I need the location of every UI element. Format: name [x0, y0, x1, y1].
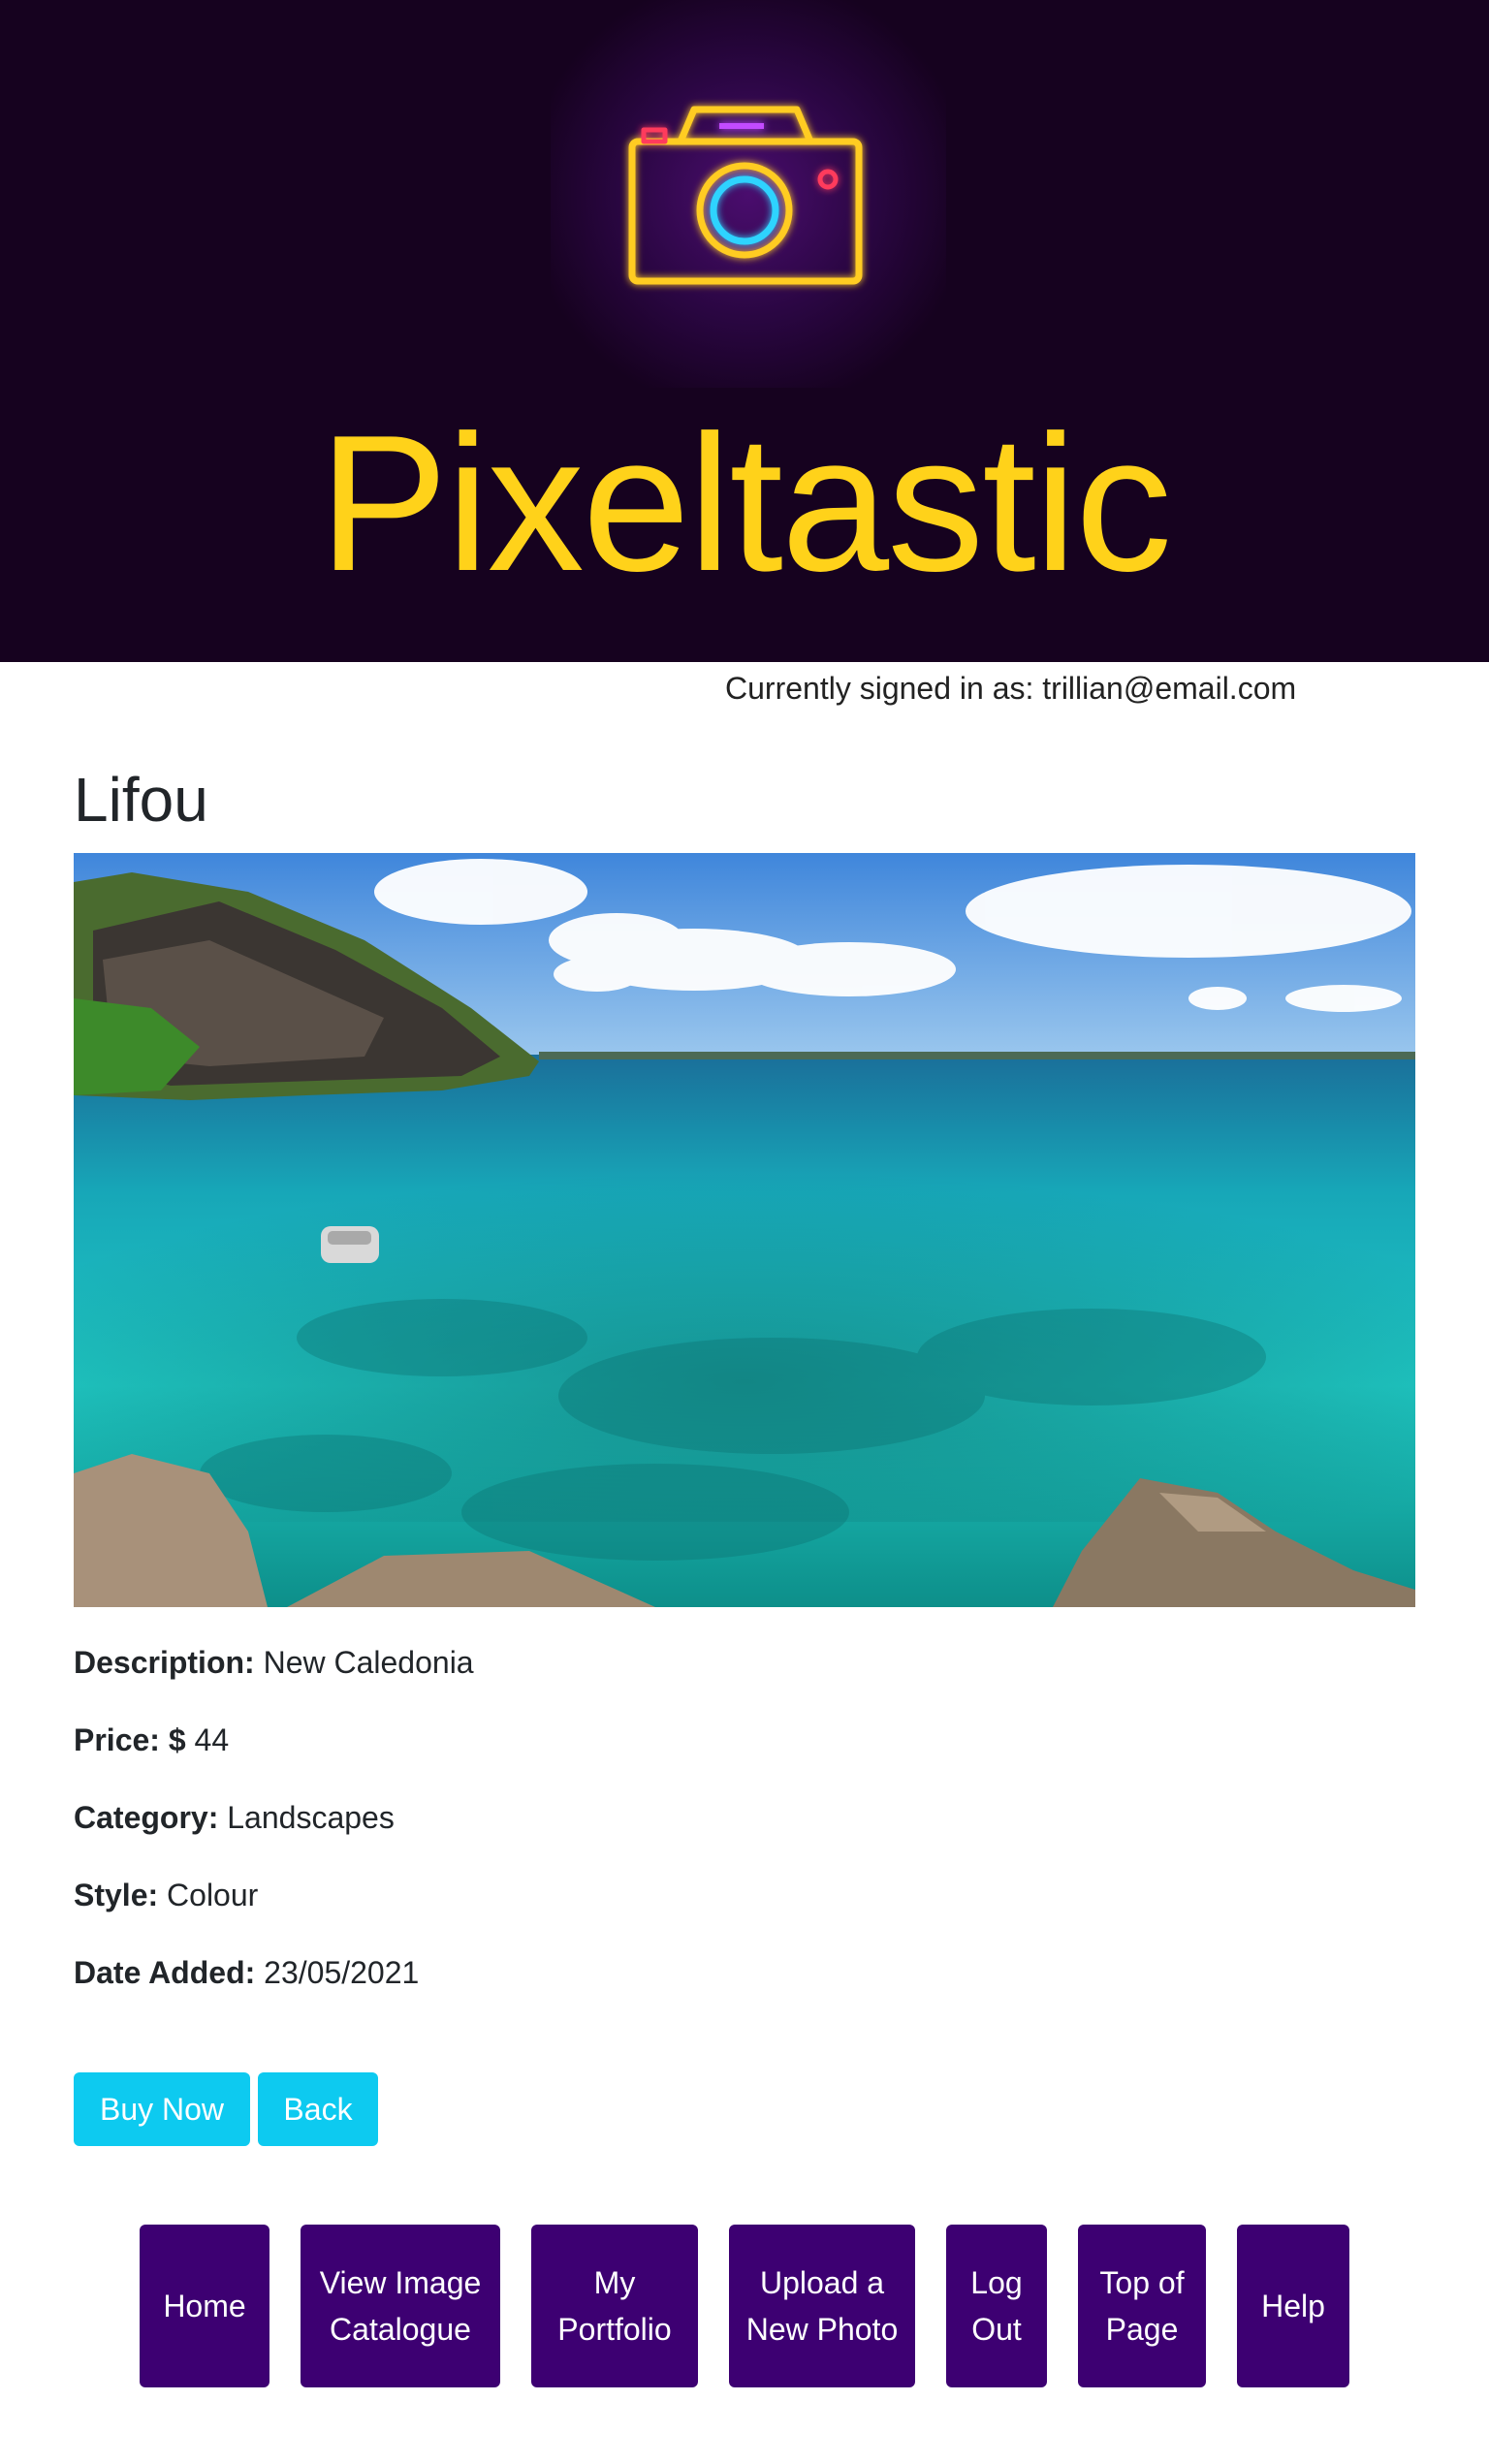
- buy-now-button[interactable]: Buy Now: [74, 2072, 250, 2146]
- description-label: Description:: [74, 1645, 255, 1680]
- signed-in-status: Currently signed in as: trillian@email.c…: [725, 671, 1297, 706]
- category-value: Landscapes: [227, 1800, 395, 1835]
- nav-top-of-page-button[interactable]: Top of Page: [1078, 2225, 1206, 2387]
- style-value: Colour: [167, 1878, 259, 1912]
- photo-description: Description: New Caledonia: [74, 1643, 474, 1682]
- nav-view-catalogue-button[interactable]: View Image Catalogue: [301, 2225, 500, 2387]
- nav-help-button[interactable]: Help: [1237, 2225, 1349, 2387]
- photo-image: [74, 853, 1415, 1607]
- photo-title: Lifou: [74, 765, 208, 835]
- photo-category: Category: Landscapes: [74, 1798, 395, 1837]
- nav-log-out-button[interactable]: Log Out: [946, 2225, 1047, 2387]
- photo-style: Style: Colour: [74, 1876, 258, 1914]
- photo-date-added: Date Added: 23/05/2021: [74, 1953, 419, 1992]
- camera-icon: [551, 0, 946, 388]
- site-header: Pixeltastic: [0, 0, 1489, 662]
- nav-my-portfolio-button[interactable]: My Portfolio: [531, 2225, 698, 2387]
- nav-home-button[interactable]: Home: [140, 2225, 269, 2387]
- brand-title: Pixeltastic: [318, 395, 1172, 612]
- photo-price: Price: $ 44: [74, 1721, 229, 1759]
- category-label: Category:: [74, 1800, 219, 1835]
- date-label: Date Added:: [74, 1955, 256, 1990]
- price-value: 44: [194, 1722, 230, 1757]
- description-value: New Caledonia: [263, 1645, 474, 1680]
- back-button[interactable]: Back: [258, 2072, 378, 2146]
- date-value: 23/05/2021: [264, 1955, 420, 1990]
- nav-upload-photo-button[interactable]: Upload a New Photo: [729, 2225, 915, 2387]
- price-label: Price: $: [74, 1722, 186, 1757]
- style-label: Style:: [74, 1878, 159, 1912]
